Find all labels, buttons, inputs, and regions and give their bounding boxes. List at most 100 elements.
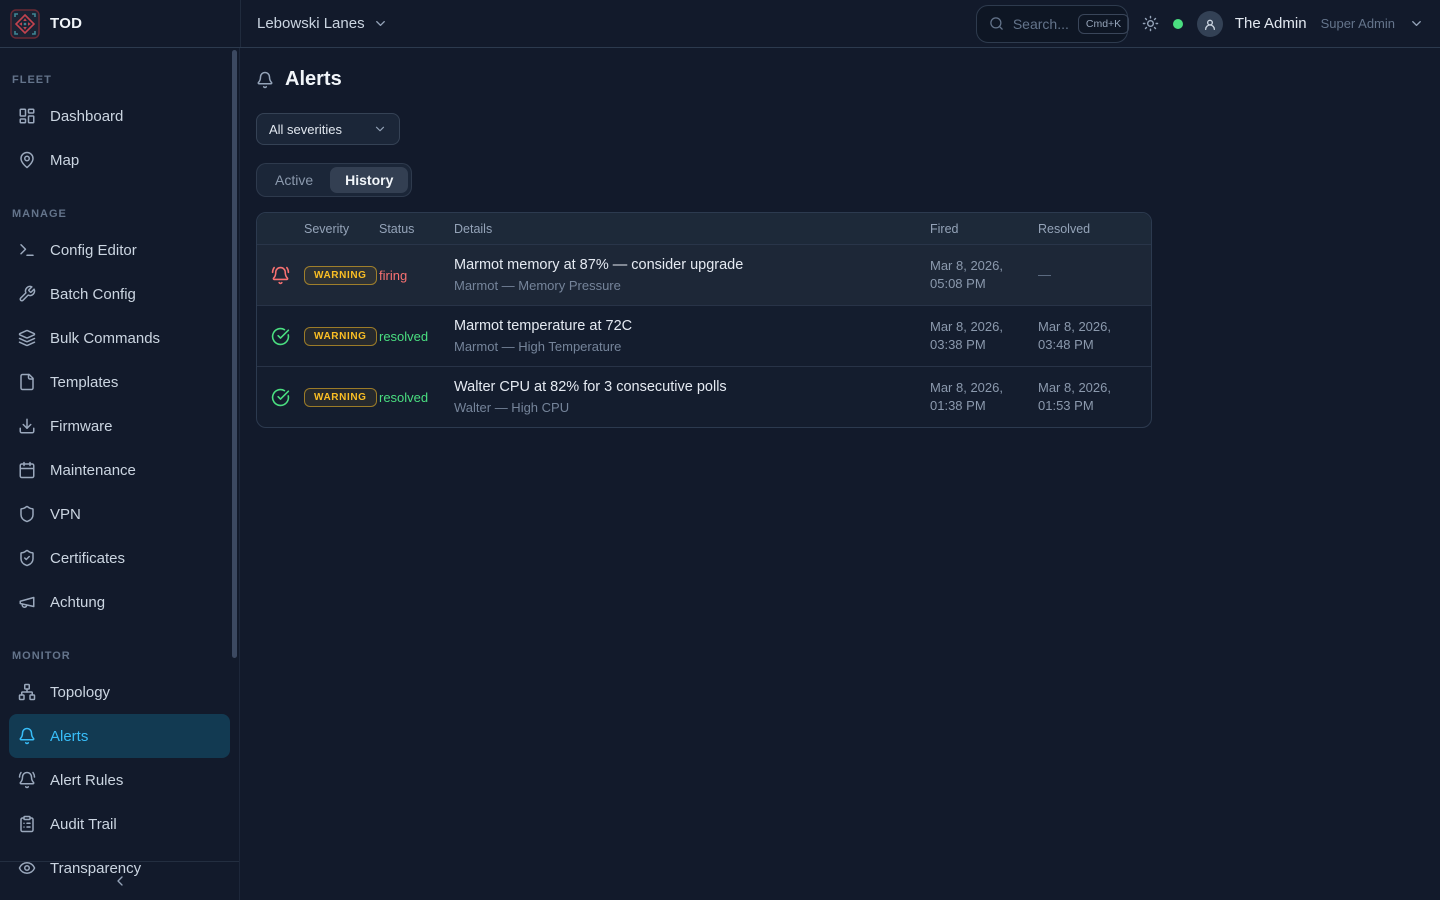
search-placeholder: Search...	[1013, 16, 1069, 32]
sidebar-item-alert-rules[interactable]: Alert Rules	[9, 758, 230, 802]
alerts-table: Severity Status Details Fired Resolved W…	[256, 212, 1152, 428]
terminal-icon	[18, 241, 36, 259]
wrench-icon	[18, 285, 36, 303]
bell-ring-icon	[18, 771, 36, 789]
sidebar-item-batch-config[interactable]: Batch Config	[9, 272, 230, 316]
sidebar-item-alerts[interactable]: Alerts	[9, 714, 230, 758]
alert-subtitle: Marmot — Memory Pressure	[454, 278, 930, 293]
sidebar-section-label-manage: MANAGE	[12, 208, 239, 220]
severity-filter-select[interactable]: All severities	[256, 113, 400, 145]
map-pin-icon	[18, 151, 36, 169]
sidebar-item-label: Bulk Commands	[50, 330, 160, 347]
download-icon	[18, 417, 36, 435]
alerts-table-header: Severity Status Details Fired Resolved	[257, 213, 1151, 244]
column-header-fired: Fired	[930, 222, 1038, 236]
resolved-timestamp: Mar 8, 2026, 01:53 PM	[1038, 379, 1120, 414]
sidebar-item-label: Firmware	[50, 418, 113, 435]
sidebar-item-label: Batch Config	[50, 286, 136, 303]
alert-title: Marmot memory at 87% — consider upgrade	[454, 257, 930, 273]
user-role: Super Admin	[1321, 16, 1395, 31]
sidebar-item-label: Alert Rules	[50, 772, 123, 789]
chevron-down-icon	[373, 122, 387, 136]
sidebar-item-label: Config Editor	[50, 242, 137, 259]
org-name: Lebowski Lanes	[257, 15, 365, 32]
fired-timestamp: Mar 8, 2026, 03:38 PM	[930, 318, 1012, 353]
sidebar-item-label: Dashboard	[50, 108, 123, 125]
sidebar-item-dashboard[interactable]: Dashboard	[9, 94, 230, 138]
main-content: Alerts All severities ActiveHistory Seve…	[240, 48, 1440, 900]
tod-logo-icon	[10, 9, 40, 39]
bell-icon	[18, 727, 36, 745]
sidebar-item-templates[interactable]: Templates	[9, 360, 230, 404]
status-text: resolved	[379, 390, 454, 405]
sidebar-item-label: Maintenance	[50, 462, 136, 479]
topbar: TOD Lebowski Lanes Search... Cmd+K	[0, 0, 1440, 48]
sidebar-item-label: Map	[50, 152, 79, 169]
topbar-main: Lebowski Lanes Search... Cmd+K The Admin…	[240, 0, 1440, 47]
chevron-left-icon	[112, 873, 128, 889]
sidebar-item-certificates[interactable]: Certificates	[9, 536, 230, 580]
alert-row[interactable]: WARNINGresolvedWalter CPU at 82% for 3 c…	[257, 366, 1151, 427]
sidebar-item-label: Audit Trail	[50, 816, 117, 833]
search-icon	[989, 16, 1004, 31]
file-icon	[18, 373, 36, 391]
sidebar-collapse-button[interactable]	[0, 861, 239, 900]
calendar-icon	[18, 461, 36, 479]
sidebar-section-label-fleet: FLEET	[12, 74, 239, 86]
brand-name: TOD	[50, 15, 82, 32]
status-text: resolved	[379, 329, 454, 344]
org-switcher[interactable]: Lebowski Lanes	[257, 15, 388, 32]
user-menu-chevron[interactable]	[1409, 16, 1424, 31]
sidebar-item-bulk-commands[interactable]: Bulk Commands	[9, 316, 230, 360]
chevron-down-icon	[373, 16, 388, 31]
sidebar-item-config-editor[interactable]: Config Editor	[9, 228, 230, 272]
sun-icon	[1142, 15, 1159, 32]
brand: TOD	[0, 0, 240, 47]
severity-badge: WARNING	[304, 327, 377, 346]
sidebar-section-label-monitor: MONITOR	[12, 650, 239, 662]
sidebar-item-maintenance[interactable]: Maintenance	[9, 448, 230, 492]
column-header-details: Details	[454, 222, 930, 236]
alert-title: Walter CPU at 82% for 3 consecutive poll…	[454, 379, 930, 395]
tab-history[interactable]: History	[330, 167, 408, 193]
alerts-tabs: ActiveHistory	[256, 163, 412, 197]
check-circle-icon	[271, 388, 290, 407]
sidebar-item-label: Templates	[50, 374, 118, 391]
online-status-dot	[1173, 19, 1183, 29]
sidebar-item-firmware[interactable]: Firmware	[9, 404, 230, 448]
column-header-resolved: Resolved	[1038, 222, 1151, 236]
sidebar-item-achtung[interactable]: Achtung	[9, 580, 230, 624]
sidebar-item-vpn[interactable]: VPN	[9, 492, 230, 536]
alert-subtitle: Marmot — High Temperature	[454, 339, 930, 354]
sidebar-item-map[interactable]: Map	[9, 138, 230, 182]
column-header-severity: Severity	[304, 222, 379, 236]
fired-timestamp: Mar 8, 2026, 01:38 PM	[930, 379, 1012, 414]
sidebar-item-topology[interactable]: Topology	[9, 670, 230, 714]
alert-row[interactable]: WARNINGfiringMarmot memory at 87% — cons…	[257, 244, 1151, 305]
resolved-timestamp: Mar 8, 2026, 03:48 PM	[1038, 318, 1120, 353]
alert-row[interactable]: WARNINGresolvedMarmot temperature at 72C…	[257, 305, 1151, 366]
search-shortcut-chip: Cmd+K	[1078, 14, 1129, 34]
sidebar-scrollbar[interactable]	[232, 50, 237, 658]
sidebar-item-audit-trail[interactable]: Audit Trail	[9, 802, 230, 846]
clipboard-icon	[18, 815, 36, 833]
megaphone-icon	[18, 593, 36, 611]
sidebar: FLEET Dashboard Map MANAGE Config Editor Batc…	[0, 48, 240, 900]
alert-title: Marmot temperature at 72C	[454, 318, 930, 334]
status-text: firing	[379, 268, 454, 283]
resolved-timestamp: —	[1038, 266, 1120, 284]
search-input[interactable]: Search... Cmd+K	[976, 5, 1128, 43]
alert-subtitle: Walter — High CPU	[454, 400, 930, 415]
theme-toggle-button[interactable]	[1142, 15, 1159, 32]
sidebar-item-label: VPN	[50, 506, 81, 523]
avatar[interactable]	[1197, 11, 1223, 37]
tab-active[interactable]: Active	[260, 167, 328, 193]
topology-icon	[18, 683, 36, 701]
sidebar-item-label: Certificates	[50, 550, 125, 567]
layers-icon	[18, 329, 36, 347]
chevron-down-icon	[1409, 16, 1424, 31]
user-avatar-icon	[1202, 16, 1218, 32]
bell-icon	[256, 71, 274, 89]
dashboard-icon	[18, 107, 36, 125]
page-title: Alerts	[285, 68, 342, 91]
